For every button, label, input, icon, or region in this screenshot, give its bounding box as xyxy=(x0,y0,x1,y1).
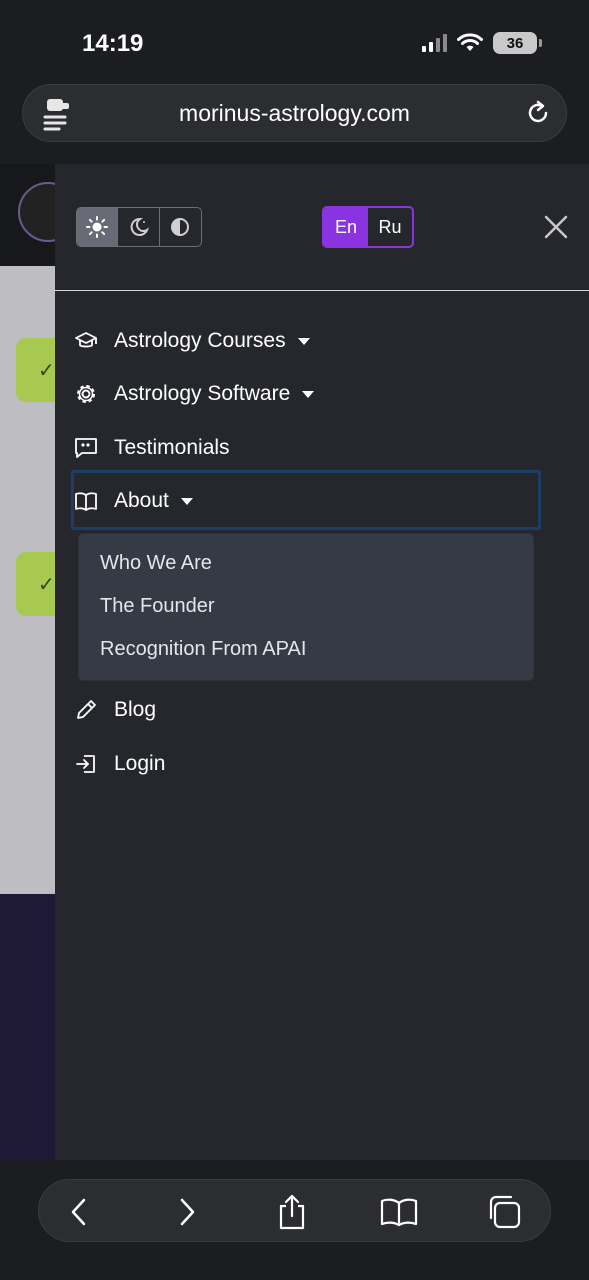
dropdown-item-the-founder[interactable]: The Founder xyxy=(100,595,215,618)
status-time: 14:19 xyxy=(82,30,144,57)
language-switch: En Ru xyxy=(322,206,414,248)
nav-label: Testimonials xyxy=(114,436,230,459)
light-theme-button[interactable] xyxy=(77,208,119,246)
caret-down-icon xyxy=(297,337,310,345)
nav-label: Login xyxy=(114,752,166,775)
background-dark-section xyxy=(0,894,56,1160)
browser-toolbar xyxy=(38,1179,551,1242)
nav-item-astrology-courses[interactable]: Astrology Courses xyxy=(73,321,310,361)
theme-switch xyxy=(76,207,202,247)
caret-down-icon xyxy=(180,497,193,505)
check-icon: ✓ xyxy=(16,338,56,402)
tabs-button[interactable] xyxy=(484,1192,524,1232)
nav-label: About xyxy=(114,489,169,512)
divider xyxy=(55,290,589,291)
background-header xyxy=(0,164,56,266)
wifi-icon xyxy=(457,33,483,51)
dark-theme-button[interactable] xyxy=(118,208,160,246)
nav-label: Astrology Courses xyxy=(114,329,286,352)
lang-ru-button[interactable]: Ru xyxy=(368,208,412,246)
auto-theme-button[interactable] xyxy=(160,208,201,246)
cellular-signal-icon xyxy=(422,34,447,52)
lang-en-button[interactable]: En xyxy=(324,208,368,246)
background-page: ✓ ✓ xyxy=(0,164,56,1160)
sun-icon xyxy=(86,216,109,238)
background-content: ✓ ✓ xyxy=(0,266,56,906)
nav-item-testimonials[interactable]: Testimonials xyxy=(73,428,230,468)
back-button[interactable] xyxy=(59,1192,99,1232)
gear-icon xyxy=(73,381,99,407)
login-icon xyxy=(73,751,99,777)
status-bar: 14:19 36 xyxy=(0,0,589,80)
pencil-icon xyxy=(73,697,99,723)
check-icon: ✓ xyxy=(16,552,56,616)
share-icon xyxy=(279,1194,305,1230)
chevron-right-icon xyxy=(180,1198,195,1226)
contrast-icon xyxy=(171,218,190,236)
dropdown-item-recognition-apai[interactable]: Recognition From APAI xyxy=(100,638,306,661)
url-text[interactable]: morinus-astrology.com xyxy=(23,100,566,127)
address-bar[interactable]: morinus-astrology.com xyxy=(22,84,567,142)
reload-icon[interactable] xyxy=(524,99,552,127)
share-button[interactable] xyxy=(272,1192,312,1232)
about-dropdown-menu: Who We Are The Founder Recognition From … xyxy=(78,533,534,681)
battery-icon: 36 xyxy=(493,32,542,54)
open-book-icon xyxy=(380,1198,418,1227)
bookmarks-button[interactable] xyxy=(379,1192,419,1232)
nav-label: Astrology Software xyxy=(114,382,291,405)
forward-button[interactable] xyxy=(167,1192,207,1232)
moon-icon xyxy=(130,217,149,236)
nav-item-blog[interactable]: Blog xyxy=(73,690,156,730)
status-indicators: 36 xyxy=(422,32,542,54)
nav-item-about[interactable]: About xyxy=(73,481,193,521)
dropdown-item-who-we-are[interactable]: Who We Are xyxy=(100,552,212,575)
graduation-cap-icon xyxy=(73,328,99,354)
caret-down-icon xyxy=(302,390,315,398)
quote-chat-icon xyxy=(73,435,99,461)
nav-label: Blog xyxy=(114,698,157,721)
nav-drawer: En Ru Astrology Courses Astrology Softwa xyxy=(55,164,589,1160)
close-icon[interactable] xyxy=(543,214,569,240)
nav-item-astrology-software[interactable]: Astrology Software xyxy=(73,374,315,414)
chevron-left-icon xyxy=(71,1198,86,1226)
tabs-icon xyxy=(489,1195,521,1229)
book-icon xyxy=(73,488,99,514)
site-logo-icon xyxy=(18,182,56,242)
nav-item-login[interactable]: Login xyxy=(73,744,165,784)
browser-bottom-area xyxy=(0,1160,589,1280)
